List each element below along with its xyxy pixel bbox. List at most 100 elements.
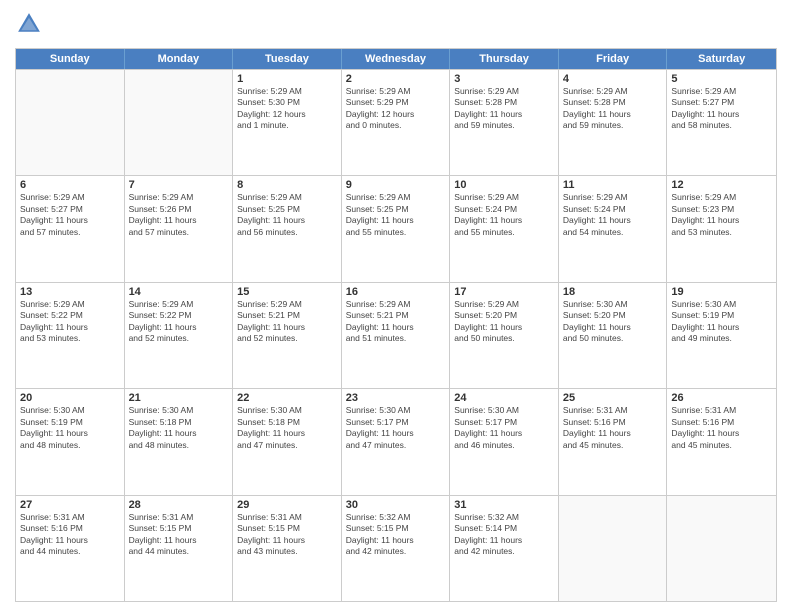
cal-cell-r0-c2: 1Sunrise: 5:29 AM Sunset: 5:30 PM Daylig… — [233, 70, 342, 175]
cal-cell-r4-c3: 30Sunrise: 5:32 AM Sunset: 5:15 PM Dayli… — [342, 496, 451, 601]
cal-cell-r2-c1: 14Sunrise: 5:29 AM Sunset: 5:22 PM Dayli… — [125, 283, 234, 388]
day-number: 3 — [454, 73, 554, 85]
cal-cell-r4-c1: 28Sunrise: 5:31 AM Sunset: 5:15 PM Dayli… — [125, 496, 234, 601]
cal-cell-r3-c0: 20Sunrise: 5:30 AM Sunset: 5:19 PM Dayli… — [16, 389, 125, 494]
day-number: 9 — [346, 179, 446, 191]
cell-info: Sunrise: 5:31 AM Sunset: 5:16 PM Dayligh… — [563, 405, 663, 451]
cal-cell-r2-c4: 17Sunrise: 5:29 AM Sunset: 5:20 PM Dayli… — [450, 283, 559, 388]
cal-cell-r1-c6: 12Sunrise: 5:29 AM Sunset: 5:23 PM Dayli… — [667, 176, 776, 281]
cell-info: Sunrise: 5:29 AM Sunset: 5:23 PM Dayligh… — [671, 192, 772, 238]
cell-info: Sunrise: 5:30 AM Sunset: 5:19 PM Dayligh… — [20, 405, 120, 451]
header-day-friday: Friday — [559, 49, 668, 69]
cal-cell-r2-c6: 19Sunrise: 5:30 AM Sunset: 5:19 PM Dayli… — [667, 283, 776, 388]
day-number: 24 — [454, 392, 554, 404]
cell-info: Sunrise: 5:29 AM Sunset: 5:25 PM Dayligh… — [346, 192, 446, 238]
cell-info: Sunrise: 5:29 AM Sunset: 5:25 PM Dayligh… — [237, 192, 337, 238]
day-number: 27 — [20, 499, 120, 511]
cal-cell-r3-c6: 26Sunrise: 5:31 AM Sunset: 5:16 PM Dayli… — [667, 389, 776, 494]
cell-info: Sunrise: 5:29 AM Sunset: 5:21 PM Dayligh… — [237, 299, 337, 345]
cell-info: Sunrise: 5:30 AM Sunset: 5:17 PM Dayligh… — [346, 405, 446, 451]
cell-info: Sunrise: 5:32 AM Sunset: 5:14 PM Dayligh… — [454, 512, 554, 558]
cell-info: Sunrise: 5:29 AM Sunset: 5:22 PM Dayligh… — [129, 299, 229, 345]
cal-cell-r0-c0 — [16, 70, 125, 175]
header-day-thursday: Thursday — [450, 49, 559, 69]
cell-info: Sunrise: 5:31 AM Sunset: 5:15 PM Dayligh… — [237, 512, 337, 558]
cal-cell-r1-c0: 6Sunrise: 5:29 AM Sunset: 5:27 PM Daylig… — [16, 176, 125, 281]
day-number: 6 — [20, 179, 120, 191]
header — [15, 10, 777, 38]
header-day-sunday: Sunday — [16, 49, 125, 69]
cal-cell-r0-c1 — [125, 70, 234, 175]
cell-info: Sunrise: 5:29 AM Sunset: 5:24 PM Dayligh… — [563, 192, 663, 238]
cal-cell-r3-c1: 21Sunrise: 5:30 AM Sunset: 5:18 PM Dayli… — [125, 389, 234, 494]
cell-info: Sunrise: 5:29 AM Sunset: 5:29 PM Dayligh… — [346, 86, 446, 132]
cal-cell-r2-c3: 16Sunrise: 5:29 AM Sunset: 5:21 PM Dayli… — [342, 283, 451, 388]
cell-info: Sunrise: 5:29 AM Sunset: 5:27 PM Dayligh… — [671, 86, 772, 132]
page: SundayMondayTuesdayWednesdayThursdayFrid… — [0, 0, 792, 612]
day-number: 11 — [563, 179, 663, 191]
cell-info: Sunrise: 5:32 AM Sunset: 5:15 PM Dayligh… — [346, 512, 446, 558]
cell-info: Sunrise: 5:29 AM Sunset: 5:26 PM Dayligh… — [129, 192, 229, 238]
cell-info: Sunrise: 5:30 AM Sunset: 5:18 PM Dayligh… — [129, 405, 229, 451]
cell-info: Sunrise: 5:31 AM Sunset: 5:16 PM Dayligh… — [20, 512, 120, 558]
cell-info: Sunrise: 5:30 AM Sunset: 5:20 PM Dayligh… — [563, 299, 663, 345]
cal-cell-r1-c3: 9Sunrise: 5:29 AM Sunset: 5:25 PM Daylig… — [342, 176, 451, 281]
cal-cell-r0-c3: 2Sunrise: 5:29 AM Sunset: 5:29 PM Daylig… — [342, 70, 451, 175]
cell-info: Sunrise: 5:29 AM Sunset: 5:22 PM Dayligh… — [20, 299, 120, 345]
day-number: 10 — [454, 179, 554, 191]
day-number: 2 — [346, 73, 446, 85]
day-number: 21 — [129, 392, 229, 404]
calendar-row-2: 13Sunrise: 5:29 AM Sunset: 5:22 PM Dayli… — [16, 282, 776, 388]
day-number: 30 — [346, 499, 446, 511]
cal-cell-r3-c2: 22Sunrise: 5:30 AM Sunset: 5:18 PM Dayli… — [233, 389, 342, 494]
day-number: 15 — [237, 286, 337, 298]
cell-info: Sunrise: 5:29 AM Sunset: 5:27 PM Dayligh… — [20, 192, 120, 238]
cell-info: Sunrise: 5:29 AM Sunset: 5:30 PM Dayligh… — [237, 86, 337, 132]
cell-info: Sunrise: 5:29 AM Sunset: 5:28 PM Dayligh… — [454, 86, 554, 132]
cal-cell-r2-c2: 15Sunrise: 5:29 AM Sunset: 5:21 PM Dayli… — [233, 283, 342, 388]
day-number: 17 — [454, 286, 554, 298]
day-number: 20 — [20, 392, 120, 404]
day-number: 13 — [20, 286, 120, 298]
cal-cell-r0-c6: 5Sunrise: 5:29 AM Sunset: 5:27 PM Daylig… — [667, 70, 776, 175]
cal-cell-r0-c4: 3Sunrise: 5:29 AM Sunset: 5:28 PM Daylig… — [450, 70, 559, 175]
calendar-row-0: 1Sunrise: 5:29 AM Sunset: 5:30 PM Daylig… — [16, 69, 776, 175]
cal-cell-r1-c5: 11Sunrise: 5:29 AM Sunset: 5:24 PM Dayli… — [559, 176, 668, 281]
cal-cell-r4-c5 — [559, 496, 668, 601]
day-number: 18 — [563, 286, 663, 298]
day-number: 14 — [129, 286, 229, 298]
cal-cell-r3-c3: 23Sunrise: 5:30 AM Sunset: 5:17 PM Dayli… — [342, 389, 451, 494]
calendar-header: SundayMondayTuesdayWednesdayThursdayFrid… — [16, 49, 776, 69]
calendar-body: 1Sunrise: 5:29 AM Sunset: 5:30 PM Daylig… — [16, 69, 776, 601]
day-number: 1 — [237, 73, 337, 85]
cal-cell-r4-c0: 27Sunrise: 5:31 AM Sunset: 5:16 PM Dayli… — [16, 496, 125, 601]
cell-info: Sunrise: 5:30 AM Sunset: 5:17 PM Dayligh… — [454, 405, 554, 451]
day-number: 19 — [671, 286, 772, 298]
calendar-row-3: 20Sunrise: 5:30 AM Sunset: 5:19 PM Dayli… — [16, 388, 776, 494]
cal-cell-r4-c6 — [667, 496, 776, 601]
cell-info: Sunrise: 5:31 AM Sunset: 5:16 PM Dayligh… — [671, 405, 772, 451]
day-number: 25 — [563, 392, 663, 404]
cell-info: Sunrise: 5:29 AM Sunset: 5:28 PM Dayligh… — [563, 86, 663, 132]
logo — [15, 10, 45, 38]
cal-cell-r1-c2: 8Sunrise: 5:29 AM Sunset: 5:25 PM Daylig… — [233, 176, 342, 281]
cal-cell-r1-c1: 7Sunrise: 5:29 AM Sunset: 5:26 PM Daylig… — [125, 176, 234, 281]
day-number: 29 — [237, 499, 337, 511]
logo-icon — [15, 10, 43, 38]
cell-info: Sunrise: 5:29 AM Sunset: 5:20 PM Dayligh… — [454, 299, 554, 345]
cell-info: Sunrise: 5:30 AM Sunset: 5:19 PM Dayligh… — [671, 299, 772, 345]
calendar-row-1: 6Sunrise: 5:29 AM Sunset: 5:27 PM Daylig… — [16, 175, 776, 281]
cal-cell-r2-c0: 13Sunrise: 5:29 AM Sunset: 5:22 PM Dayli… — [16, 283, 125, 388]
header-day-monday: Monday — [125, 49, 234, 69]
calendar-row-4: 27Sunrise: 5:31 AM Sunset: 5:16 PM Dayli… — [16, 495, 776, 601]
cal-cell-r2-c5: 18Sunrise: 5:30 AM Sunset: 5:20 PM Dayli… — [559, 283, 668, 388]
day-number: 26 — [671, 392, 772, 404]
cell-info: Sunrise: 5:31 AM Sunset: 5:15 PM Dayligh… — [129, 512, 229, 558]
header-day-tuesday: Tuesday — [233, 49, 342, 69]
cell-info: Sunrise: 5:29 AM Sunset: 5:21 PM Dayligh… — [346, 299, 446, 345]
day-number: 28 — [129, 499, 229, 511]
day-number: 5 — [671, 73, 772, 85]
day-number: 22 — [237, 392, 337, 404]
day-number: 8 — [237, 179, 337, 191]
cal-cell-r3-c4: 24Sunrise: 5:30 AM Sunset: 5:17 PM Dayli… — [450, 389, 559, 494]
